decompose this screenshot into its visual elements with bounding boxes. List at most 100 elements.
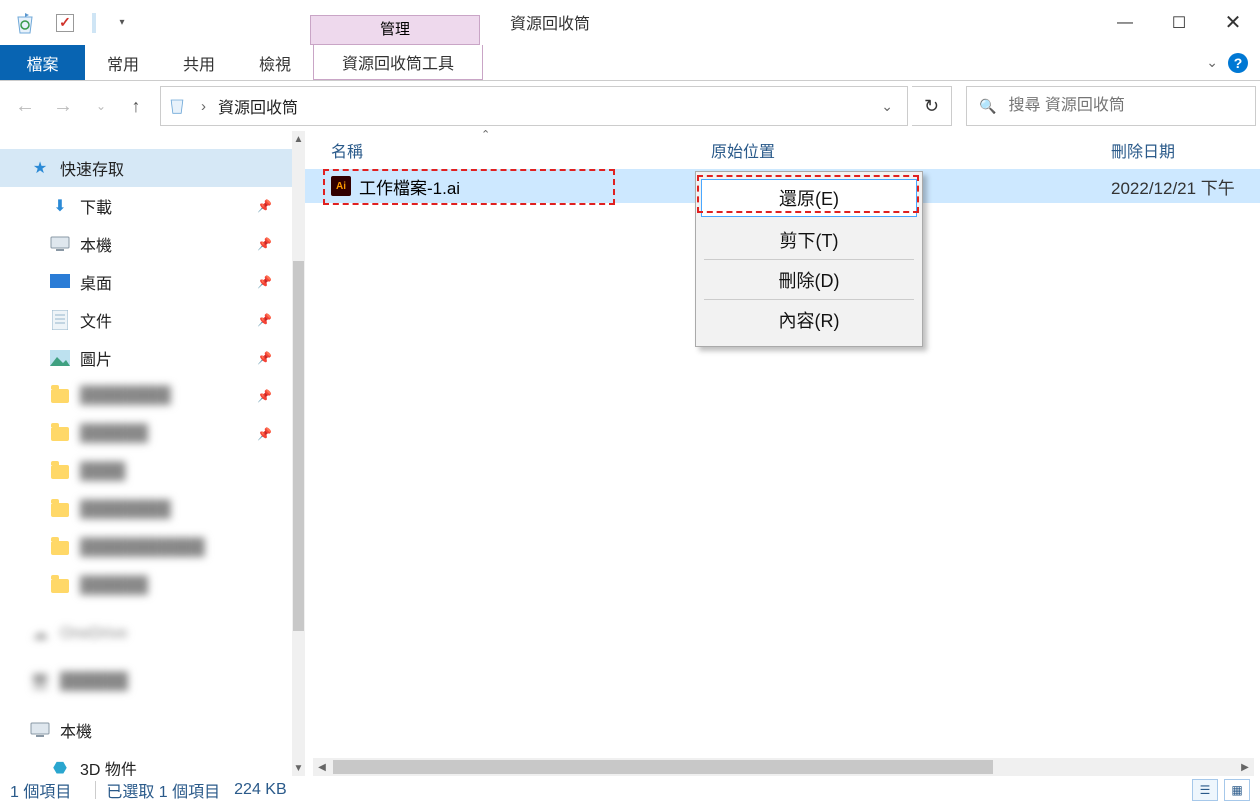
tab-share[interactable]: 共用 (161, 45, 237, 80)
context-menu: 還原(E) 剪下(T) 刪除(D) 內容(R) (695, 171, 923, 347)
context-delete[interactable]: 刪除(D) (704, 260, 914, 300)
column-headers: 名稱 ⌃ 原始位置 刪除日期 (305, 131, 1260, 169)
forward-button[interactable]: → (46, 89, 80, 123)
sidebar-label: 3D 物件 (80, 756, 137, 776)
breadcrumb-location[interactable]: 資源回收筒 (218, 94, 298, 118)
breadcrumb-separator-icon: › (197, 98, 210, 115)
folder-icon (50, 424, 70, 444)
context-cut[interactable]: 剪下(T) (704, 220, 914, 260)
pin-icon: 📌 (257, 389, 272, 403)
column-name[interactable]: 名稱 ⌃ (331, 138, 711, 162)
pin-icon: 📌 (257, 237, 272, 251)
search-input[interactable] (1006, 96, 1243, 116)
star-icon: ★ (30, 158, 50, 178)
folder-icon (50, 538, 70, 558)
sidebar-item-downloads[interactable]: ⬇ 下載 📌 (0, 187, 292, 225)
pin-icon: 📌 (257, 275, 272, 289)
tab-home[interactable]: 常用 (85, 45, 161, 80)
check-icon[interactable]: ✓ (56, 14, 74, 32)
sidebar-item-folder[interactable]: ████████ (0, 491, 292, 529)
ai-file-icon: Ai (331, 176, 351, 196)
sidebar-label: 文件 (80, 308, 112, 332)
close-button[interactable]: ✕ (1206, 0, 1260, 45)
sidebar-item-documents[interactable]: 文件 📌 (0, 301, 292, 339)
status-bar: 1 個項目 已選取 1 個項目 224 KB ☰ ▦ (0, 776, 1260, 804)
cloud-icon: ☁ (30, 624, 50, 644)
navigation-pane: ★ 快速存取 ⬇ 下載 📌 本機 📌 桌面 📌 (0, 131, 305, 776)
scrollbar-thumb[interactable] (333, 760, 993, 774)
sidebar-label: 下載 (80, 194, 112, 218)
main-area: ★ 快速存取 ⬇ 下載 📌 本機 📌 桌面 📌 (0, 131, 1260, 776)
folder-icon (50, 576, 70, 596)
sidebar-item-quick-access[interactable]: ★ 快速存取 (0, 149, 292, 187)
column-original-location[interactable]: 原始位置 (711, 138, 1111, 162)
file-tab[interactable]: 檔案 (0, 45, 85, 80)
tab-recycle-tools[interactable]: 資源回收筒工具 (313, 45, 483, 80)
sidebar-item-pictures[interactable]: 圖片 📌 (0, 339, 292, 377)
quickaccess-dropdown[interactable]: ▾ (114, 11, 130, 35)
search-box[interactable]: 🔍 (966, 86, 1256, 126)
sidebar-item-onedrive[interactable]: ☁OneDrive (0, 615, 292, 653)
pc-icon: 🖥 (30, 672, 50, 692)
window-controls: — ☐ ✕ (1098, 0, 1260, 45)
sidebar-item-thispc[interactable]: 本機 📌 (0, 225, 292, 263)
scroll-down-icon[interactable]: ▼ (292, 760, 305, 776)
document-icon (50, 310, 70, 330)
sidebar-item-network[interactable]: 🖥██████ (0, 663, 292, 701)
folder-icon (50, 462, 70, 482)
desktop-icon (50, 272, 70, 292)
help-icon[interactable]: ? (1228, 53, 1248, 73)
title-bar: ✓ ▾ 管理 資源回收筒 — ☐ ✕ (0, 0, 1260, 45)
sort-indicator-icon: ⌃ (481, 128, 490, 141)
sidebar-item-folder[interactable]: ████████📌 (0, 377, 292, 415)
pc-icon (50, 234, 70, 254)
file-list-area: 名稱 ⌃ 原始位置 刪除日期 Ai 工作檔案-1.ai C:\Users\use… (305, 131, 1260, 776)
up-button[interactable]: ↑ (122, 92, 150, 120)
context-properties[interactable]: 內容(R) (704, 300, 914, 340)
view-thumbnails-button[interactable]: ▦ (1224, 779, 1250, 801)
sidebar-scrollbar[interactable]: ▲ ▼ (292, 131, 305, 776)
maximize-button[interactable]: ☐ (1152, 0, 1206, 45)
pc-icon (30, 720, 50, 740)
status-item-count: 1 個項目 (10, 778, 85, 802)
minimize-button[interactable]: — (1098, 0, 1152, 45)
pin-icon: 📌 (257, 199, 272, 213)
view-details-button[interactable]: ☰ (1192, 779, 1218, 801)
refresh-button[interactable]: ↻ (912, 86, 952, 126)
status-separator (95, 781, 96, 799)
navigation-bar: ← → ⌄ ↑ › 資源回收筒 ⌄ ↻ 🔍 (0, 81, 1260, 131)
sidebar-label: 本機 (60, 718, 92, 742)
ribbon-tabs: 檔案 常用 共用 檢視 資源回收筒工具 ⌄ ? (0, 45, 1260, 81)
file-name: 工作檔案-1.ai (359, 174, 460, 199)
scroll-up-icon[interactable]: ▲ (292, 131, 305, 147)
scroll-left-icon[interactable]: ◀ (313, 758, 331, 776)
sidebar-item-folder[interactable]: ████ (0, 453, 292, 491)
sidebar-item-folder[interactable]: ███████████ (0, 529, 292, 567)
folder-icon (50, 386, 70, 406)
sidebar-item-thispc-main[interactable]: 本機 (0, 711, 292, 749)
status-size: 224 KB (234, 781, 300, 799)
address-dropdown-icon[interactable]: ⌄ (873, 98, 901, 115)
cube-icon: ⬣ (50, 758, 70, 776)
horizontal-scrollbar[interactable]: ◀ ▶ (313, 758, 1254, 776)
window-title: 資源回收筒 (480, 0, 610, 45)
recycle-bin-small-icon (167, 95, 189, 117)
column-delete-date[interactable]: 刪除日期 (1111, 138, 1175, 162)
search-icon: 🔍 (979, 98, 996, 115)
tab-view[interactable]: 檢視 (237, 45, 313, 80)
sidebar-item-folder[interactable]: ██████📌 (0, 415, 292, 453)
ribbon-collapse-icon[interactable]: ⌄ (1206, 54, 1218, 71)
sidebar-item-desktop[interactable]: 桌面 📌 (0, 263, 292, 301)
context-tab-header: 管理 (140, 0, 480, 45)
context-tab-manage[interactable]: 管理 (310, 15, 480, 45)
scroll-right-icon[interactable]: ▶ (1236, 758, 1254, 776)
status-selection: 已選取 1 個項目 (106, 778, 234, 802)
scrollbar-thumb[interactable] (293, 261, 304, 631)
address-bar[interactable]: › 資源回收筒 ⌄ (160, 86, 908, 126)
context-restore[interactable]: 還原(E) (701, 179, 917, 217)
sidebar-label: 本機 (80, 232, 112, 256)
recent-locations-button[interactable]: ⌄ (84, 89, 118, 123)
sidebar-item-folder[interactable]: ██████ (0, 567, 292, 605)
sidebar-item-3d-objects[interactable]: ⬣ 3D 物件 (0, 749, 292, 776)
back-button[interactable]: ← (8, 89, 42, 123)
